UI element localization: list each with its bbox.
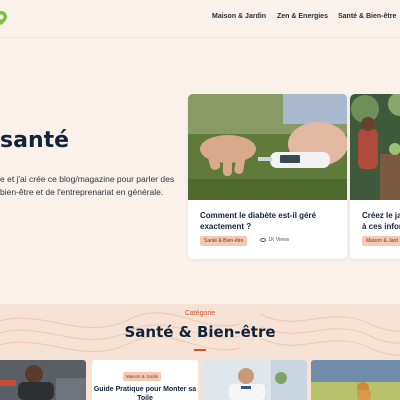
article-tile-toile[interactable]: Maison & Jardin Guide Pratique pour Mont… [92, 360, 198, 400]
article-image-doctor[interactable] [201, 360, 307, 400]
nav-item-zen-energies[interactable]: Zen & Energies [277, 13, 328, 20]
article-title-line-2: à ces infor [362, 222, 400, 231]
article-title[interactable]: Comment le diabète est-il géré exactemen… [200, 210, 338, 232]
category-badge[interactable]: Santé & Bien-être [200, 236, 248, 246]
top-navigation-bar: Maison & Jardin Zen & Energies Santé & B… [0, 0, 400, 38]
article-title[interactable]: Guide Pratique pour Monter sa Toile [92, 385, 198, 400]
article-image-garden-shop[interactable] [350, 94, 400, 200]
article-title-line-1: Créez le ja [362, 211, 400, 220]
category-badge[interactable]: Maison & Jardin [123, 372, 162, 381]
eye-icon [260, 237, 266, 242]
title-underline [194, 349, 206, 351]
nav-item-sante-bien-etre[interactable]: Santé & Bien-être [338, 13, 396, 20]
article-image-fitness[interactable] [0, 360, 86, 400]
category-badge[interactable]: Maison & Jard [362, 236, 400, 246]
article-title[interactable]: Créez le ja à ces infor [362, 210, 400, 232]
view-count-text: 1K Views [268, 237, 290, 243]
article-tile-fitness[interactable] [0, 360, 86, 400]
article-tile-chien[interactable] [311, 360, 400, 400]
hero-title: santé [0, 128, 70, 153]
logo-icon[interactable] [0, 10, 8, 26]
nav-item-maison-jardin[interactable]: Maison & Jardin [212, 13, 266, 20]
article-card-jardin[interactable]: Créez le ja à ces infor Maison & Jard [350, 94, 400, 259]
category-title: Santé & Bien-être [124, 323, 276, 341]
hero-intro-line-2: bien-être et de l'entreprenariat en géné… [0, 187, 164, 197]
category-kicker: Catégorie [184, 310, 216, 317]
view-count: 1K Views [260, 237, 289, 243]
hero-intro-line-1: e et j'ai crée ce blog/magazine pour par… [0, 174, 175, 184]
article-image-glucometer[interactable] [188, 94, 347, 200]
article-card-diabete[interactable]: Comment le diabète est-il géré exactemen… [188, 94, 347, 259]
article-tile-medecin[interactable] [201, 360, 307, 400]
article-image-dog[interactable] [311, 360, 400, 400]
